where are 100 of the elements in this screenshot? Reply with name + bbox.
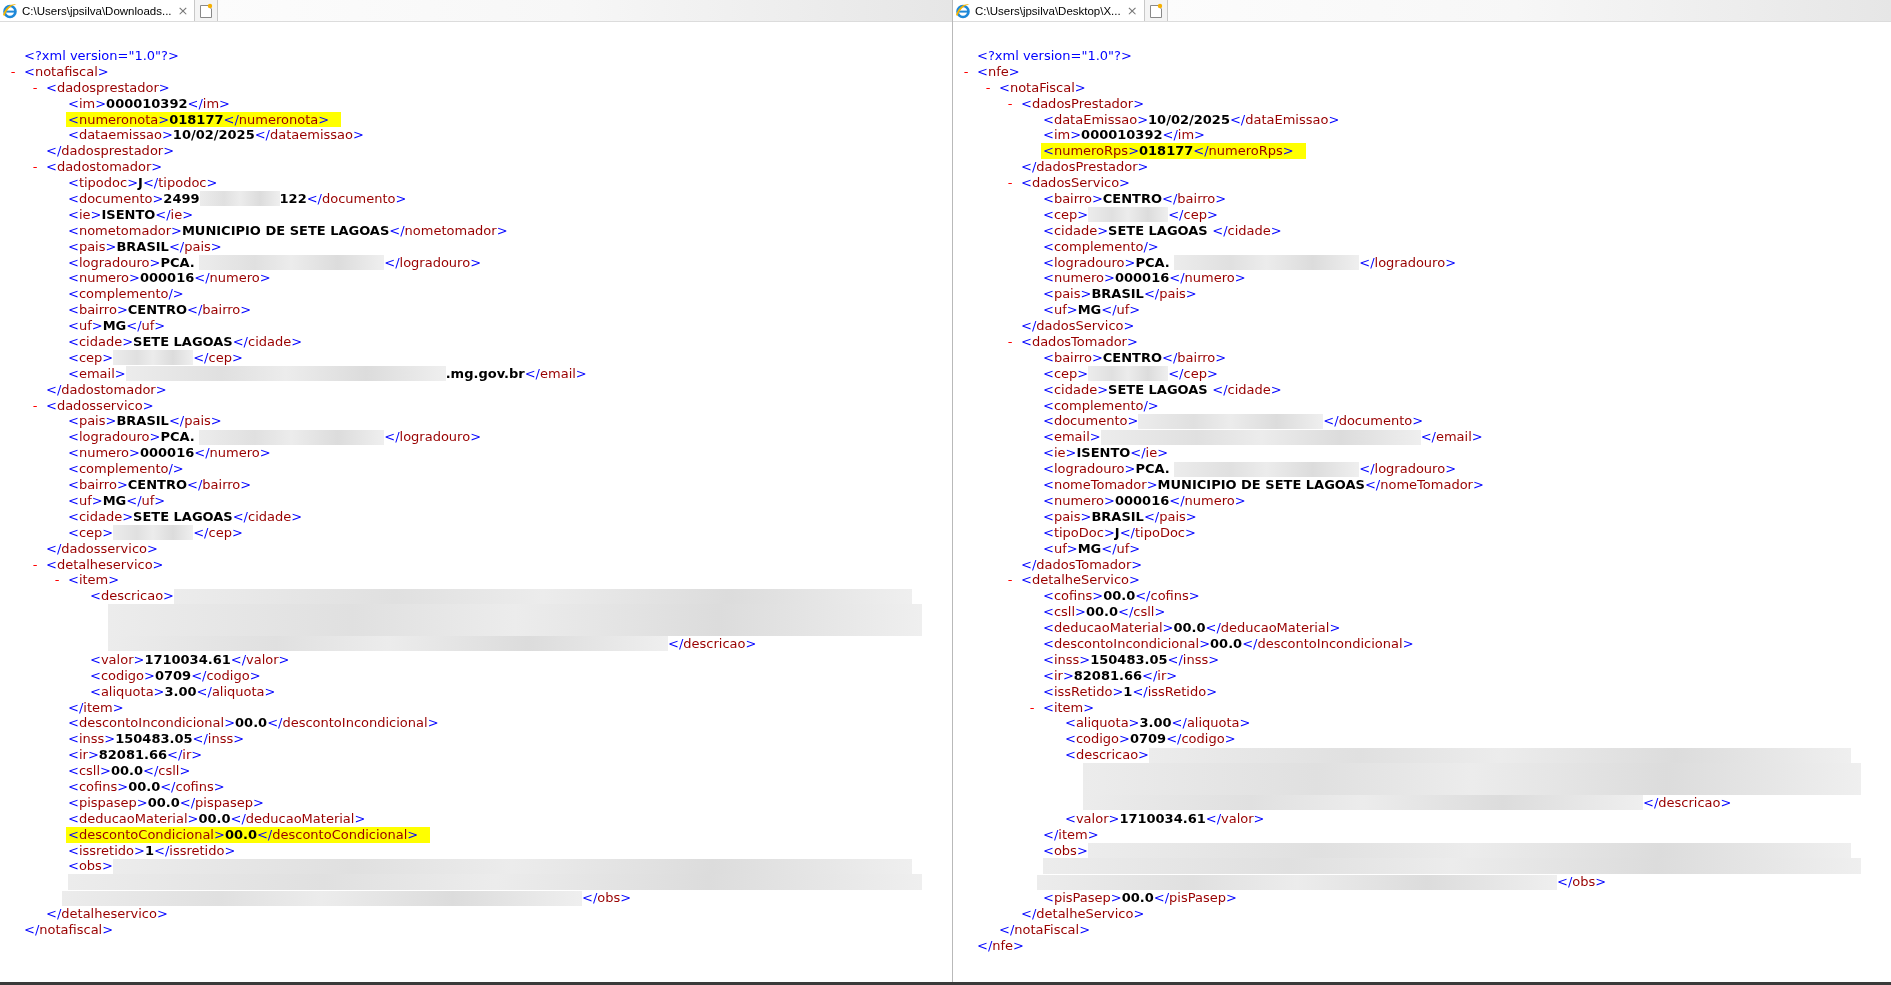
xml-line: <uf>MG</uf> bbox=[68, 318, 166, 335]
xml-line: <nometomador>MUNICIPIO DE SETE LAGOAS</nometomador> bbox=[68, 222, 508, 239]
xml-line: </descricao> bbox=[1643, 794, 1732, 811]
xml-line: <bairro>CENTRO</bairro> bbox=[1043, 191, 1227, 207]
xml-line: <inss>150483.05</inss> bbox=[1043, 651, 1220, 668]
close-tab-button[interactable]: × bbox=[175, 4, 191, 17]
xml-line: <csll>00.0</csll> bbox=[68, 763, 191, 779]
xml-line: <uf>MG</uf> bbox=[1043, 540, 1141, 557]
xml-line: <valor>1710034.61</valor> bbox=[1065, 810, 1265, 827]
xml-line: <nomeTomador>MUNICIPIO DE SETE LAGOAS</nomeTomador> bbox=[1043, 477, 1484, 493]
xml-line: <codigo>0709</codigo> bbox=[1065, 731, 1236, 748]
xml-line: <descricao> bbox=[1065, 747, 1149, 764]
xml-line: <cidade>SETE LAGOAS </cidade> bbox=[1043, 222, 1282, 239]
xml-line: <cidade>SETE LAGOAS</cidade> bbox=[68, 334, 303, 350]
xml-line: <detalheservico> bbox=[46, 556, 164, 573]
xml-line: <dadosprestador> bbox=[46, 79, 170, 96]
xml-line: </logradouro> bbox=[384, 429, 482, 446]
xml-line: <bairro>CENTRO</bairro> bbox=[1043, 349, 1227, 366]
collapse-toggle[interactable]: - bbox=[1025, 699, 1039, 716]
xml-line: </documento> bbox=[1323, 413, 1424, 430]
xml-line: </descricao> bbox=[668, 635, 757, 652]
collapse-toggle[interactable]: - bbox=[959, 63, 973, 80]
collapse-toggle[interactable]: - bbox=[28, 79, 42, 96]
collapse-toggle[interactable]: - bbox=[28, 556, 42, 573]
xml-line: </dadosservico> bbox=[46, 540, 158, 557]
xml-line: <pais>BRASIL</pais> bbox=[1043, 508, 1197, 525]
xml-declaration: <?xml version="1.0"?> bbox=[977, 48, 1132, 64]
xml-line: </cep> bbox=[1168, 206, 1218, 223]
xml-line: <numero>000016</numero> bbox=[1043, 270, 1246, 287]
xml-line: <valor>1710034.61</valor> bbox=[90, 651, 290, 668]
xml-line: <pais>BRASIL</pais> bbox=[68, 413, 222, 430]
xml-line: </item> bbox=[68, 699, 124, 716]
collapse-toggle[interactable]: - bbox=[1003, 95, 1017, 112]
xml-line: <issRetido>1</issRetido> bbox=[1043, 683, 1218, 700]
collapse-toggle[interactable]: - bbox=[1003, 175, 1017, 192]
xml-line: <numero>000016</numero> bbox=[68, 445, 271, 462]
collapse-toggle[interactable]: - bbox=[50, 572, 64, 589]
xml-line: </obs> bbox=[582, 890, 632, 907]
collapse-toggle[interactable]: - bbox=[28, 397, 42, 414]
xml-line: <complemento/> bbox=[68, 461, 184, 478]
xml-line: <dadosservico> bbox=[46, 397, 154, 414]
xml-line: <cep> bbox=[1043, 365, 1089, 382]
xml-line: </cep> bbox=[193, 349, 243, 366]
tab-title: C:\Users\jpsilva\Downloads... bbox=[22, 4, 172, 17]
xml-line: <deducaoMaterial>00.0</deducaoMaterial> bbox=[68, 810, 366, 827]
xml-line: .mg.gov.br</email> bbox=[445, 365, 587, 382]
collapse-toggle[interactable]: - bbox=[6, 63, 20, 80]
browser-tab[interactable]: C:\Users\jpsilva\Desktop\X... × bbox=[953, 0, 1145, 21]
xml-line: <cep> bbox=[1043, 206, 1089, 223]
xml-line: <documento> bbox=[1043, 413, 1139, 430]
xml-line: <nfe> bbox=[977, 63, 1020, 80]
xml-line: <cofins>00.0</cofins> bbox=[1043, 588, 1200, 605]
new-tab-button[interactable] bbox=[1144, 0, 1168, 21]
xml-line: <ie>ISENTO</ie> bbox=[1043, 445, 1169, 462]
xml-line: </logradouro> bbox=[384, 254, 482, 271]
collapse-toggle[interactable]: - bbox=[1003, 334, 1017, 350]
xml-line: <im>000010392</im> bbox=[68, 95, 230, 112]
xml-line: <complemento/> bbox=[1043, 238, 1159, 255]
xml-line: 122</documento> bbox=[279, 191, 407, 207]
close-tab-button[interactable]: × bbox=[1124, 4, 1140, 17]
xml-line: <uf>MG</uf> bbox=[1043, 302, 1141, 319]
collapse-toggle[interactable]: - bbox=[981, 79, 995, 96]
xml-line: </cep> bbox=[1168, 365, 1218, 382]
xml-line: <tipoDoc>J</tipoDoc> bbox=[1043, 524, 1196, 541]
xml-line: <item> bbox=[1043, 699, 1095, 716]
new-tab-icon bbox=[1148, 2, 1163, 19]
xml-line: <obs> bbox=[68, 858, 113, 875]
xml-line: <descontoIncondicional>00.0</descontoIncondicional> bbox=[68, 715, 439, 732]
xml-line: </dadosTomador> bbox=[1021, 556, 1143, 573]
xml-line: <item> bbox=[68, 572, 120, 589]
xml-line: <codigo>0709</codigo> bbox=[90, 667, 261, 684]
xml-line: <bairro>CENTRO</bairro> bbox=[68, 477, 252, 493]
browser-tab[interactable]: C:\Users\jpsilva\Downloads... × bbox=[0, 0, 196, 21]
xml-line: <im>000010392</im> bbox=[1043, 127, 1205, 144]
xml-line: <dadosServico> bbox=[1021, 175, 1130, 192]
collapse-toggle[interactable]: - bbox=[28, 159, 42, 176]
xml-line: <cep> bbox=[68, 524, 114, 541]
xml-line: </notafiscal> bbox=[24, 922, 114, 938]
xml-line: <logradouro>PCA. bbox=[68, 254, 196, 271]
xml-line: <cep> bbox=[68, 349, 114, 366]
collapse-toggle[interactable]: - bbox=[1003, 572, 1017, 589]
xml-line: <cidade>SETE LAGOAS</cidade> bbox=[68, 508, 303, 525]
xml-line: <tipodoc>J</tipodoc> bbox=[68, 175, 218, 192]
new-tab-button[interactable] bbox=[195, 0, 219, 21]
xml-line: <numero>000016</numero> bbox=[68, 270, 271, 287]
xml-line: </item> bbox=[1043, 826, 1099, 843]
xml-line: </obs> bbox=[1557, 874, 1607, 891]
xml-line: <pais>BRASIL</pais> bbox=[68, 238, 222, 255]
xml-line: <dadostomador> bbox=[46, 159, 163, 176]
xml-line: <documento>2499 bbox=[68, 191, 200, 207]
xml-line: <dadosPrestador> bbox=[1021, 95, 1145, 112]
browser-icon bbox=[955, 2, 971, 19]
xml-line: </detalheservico> bbox=[46, 906, 168, 922]
xml-line: <ir>82081.66</ir> bbox=[68, 747, 203, 764]
xml-line: <dataemissao>10/02/2025</dataemissao> bbox=[68, 127, 364, 144]
xml-line: <aliquota>3.00</aliquota> bbox=[1065, 715, 1251, 732]
xml-line: <obs> bbox=[1043, 842, 1088, 859]
xml-line: <uf>MG</uf> bbox=[68, 492, 166, 509]
xml-line: <ir>82081.66</ir> bbox=[1043, 667, 1178, 684]
xml-line: <numero>000016</numero> bbox=[1043, 492, 1246, 509]
